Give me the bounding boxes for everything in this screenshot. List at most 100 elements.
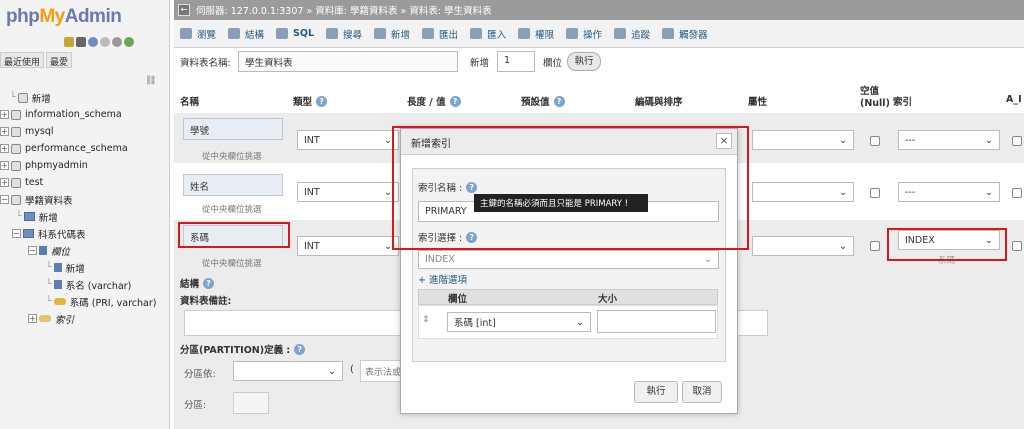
- help-icon[interactable]: ?: [316, 95, 328, 107]
- tree-item-col-name[interactable]: └ 系名 (varchar): [0, 276, 170, 293]
- chevron-down-icon: ⌄: [384, 186, 392, 198]
- column-name-input[interactable]: 學號: [183, 118, 283, 140]
- central-columns-link[interactable]: 從中央欄位挑選: [202, 150, 262, 162]
- tab-search[interactable]: 搜尋: [326, 27, 362, 41]
- tree-item-new-table[interactable]: └ 新增: [0, 208, 170, 225]
- expand-icon[interactable]: +: [0, 144, 9, 153]
- partition-by-label: 分區依:: [184, 369, 216, 380]
- chevron-down-icon: ⌄: [384, 240, 392, 252]
- central-columns-link[interactable]: 從中央欄位挑選: [202, 257, 262, 269]
- chevron-down-icon: ⌄: [985, 186, 993, 198]
- attributes-select[interactable]: ⌄: [752, 130, 854, 150]
- attributes-select[interactable]: ⌄: [752, 236, 854, 256]
- type-select[interactable]: INT ⌄: [297, 130, 399, 150]
- expand-icon[interactable]: +: [0, 127, 9, 136]
- index-select[interactable]: --- ⌄: [898, 182, 1000, 202]
- null-checkbox[interactable]: [870, 136, 880, 146]
- column-icon: [53, 280, 62, 289]
- drag-handle-icon[interactable]: ⇕: [422, 315, 430, 325]
- dialog-cancel-button[interactable]: 取消: [682, 381, 722, 403]
- add-columns-run-button[interactable]: 執行: [567, 52, 601, 71]
- help-icon[interactable]: ?: [553, 95, 565, 107]
- null-checkbox[interactable]: [870, 241, 880, 251]
- docs-icon[interactable]: [100, 37, 110, 47]
- help-icon[interactable]: ?: [203, 277, 215, 289]
- database-icon: [11, 177, 21, 188]
- tab-import[interactable]: 匯入: [470, 27, 506, 41]
- tab-structure[interactable]: 結構: [228, 27, 264, 41]
- tab-sql[interactable]: SQL: [276, 28, 314, 39]
- settings-icon[interactable]: [112, 37, 122, 47]
- help-icon[interactable]: ?: [294, 343, 306, 355]
- expand-icon[interactable]: +: [0, 178, 9, 187]
- tab-triggers[interactable]: 觸發器: [662, 27, 708, 41]
- tree-item-col-code[interactable]: └ 系碼 (PRI, varchar): [0, 293, 170, 310]
- search-icon: [326, 28, 339, 39]
- table-name-input[interactable]: 學生資料表: [238, 51, 458, 72]
- tab-browse[interactable]: 瀏覽: [180, 27, 216, 41]
- collapse-icon[interactable]: −: [0, 195, 9, 204]
- partition-label: 分區(PARTITION)定義 :?: [180, 342, 306, 356]
- index-choice-select[interactable]: INDEX ⌄: [418, 250, 719, 269]
- expand-icon[interactable]: +: [28, 314, 37, 323]
- database-icon: [11, 126, 21, 137]
- add-label: 新增: [470, 58, 490, 69]
- header-name: 名稱: [180, 97, 200, 108]
- tree-item-phpmyadmin[interactable]: + phpmyadmin: [0, 157, 170, 174]
- null-checkbox[interactable]: [870, 188, 880, 198]
- add-columns-input[interactable]: 1: [497, 51, 535, 72]
- tab-privileges[interactable]: 權限: [518, 27, 554, 41]
- ai-checkbox[interactable]: [1012, 241, 1022, 251]
- tab-operations[interactable]: 操作: [566, 27, 602, 41]
- tree-item-test[interactable]: + test: [0, 174, 170, 191]
- tree-item-columns-folder[interactable]: − 欄位: [0, 242, 170, 259]
- breadcrumb-text[interactable]: 伺服器: 127.0.0.1:3307 » 資料庫: 學籍資料表 » 資料表: …: [196, 3, 492, 17]
- header-null: 空值 (Null): [860, 86, 890, 109]
- tree-item-mysql[interactable]: + mysql: [0, 123, 170, 140]
- collapse-panel-icon[interactable]: ←: [178, 4, 190, 16]
- partitions-input[interactable]: [233, 392, 269, 414]
- tab-export[interactable]: 匯出: [422, 27, 458, 41]
- tree-item-indexes-folder[interactable]: + 索引: [0, 310, 170, 327]
- column-name-input[interactable]: 姓名: [183, 174, 283, 196]
- ai-checkbox[interactable]: [1012, 136, 1022, 146]
- tree-item-new-db[interactable]: └ 新增: [0, 89, 170, 106]
- tree-item-dept-table[interactable]: − 科系代碼表: [0, 225, 170, 242]
- index-size-input[interactable]: [597, 310, 716, 333]
- tab-favorites[interactable]: 最愛: [46, 52, 73, 68]
- logout-icon[interactable]: [76, 37, 86, 47]
- col-header: 欄位: [448, 294, 468, 305]
- home-icon[interactable]: [64, 37, 74, 47]
- collapse-icon[interactable]: −: [28, 246, 37, 255]
- ai-checkbox[interactable]: [1012, 188, 1022, 198]
- tree-item-performance-schema[interactable]: + performance_schema: [0, 140, 170, 157]
- tree-item-new-column[interactable]: └ 新增: [0, 259, 170, 276]
- help-icon[interactable]: ?: [449, 95, 461, 107]
- tab-insert[interactable]: 新增: [374, 27, 410, 41]
- phpmyadmin-logo[interactable]: phpMyAdmin: [6, 6, 122, 28]
- link-icon[interactable]: ⛓: [145, 76, 156, 86]
- attributes-select[interactable]: ⌄: [752, 182, 854, 202]
- partition-by-select[interactable]: ⌄: [233, 361, 343, 381]
- help-icon[interactable]: [88, 37, 98, 47]
- type-select[interactable]: INT ⌄: [297, 236, 399, 256]
- primary-key-icon: [53, 298, 66, 305]
- collapse-icon[interactable]: −: [12, 229, 21, 238]
- tab-recent[interactable]: 最近使用: [0, 52, 45, 68]
- reload-icon[interactable]: [124, 37, 134, 47]
- index-column-select[interactable]: 系碼 [int] ⌄: [447, 312, 591, 332]
- tree-item-information-schema[interactable]: + information_schema: [0, 106, 170, 123]
- new-table-icon: [23, 212, 35, 221]
- tree-item-student-db[interactable]: − 學籍資料表: [0, 191, 170, 208]
- table-name-label: 資料表名稱:: [180, 58, 231, 69]
- type-select[interactable]: INT ⌄: [297, 182, 399, 202]
- dialog-run-button[interactable]: 執行: [634, 381, 678, 403]
- tab-tracking[interactable]: 追蹤: [614, 27, 650, 41]
- expand-icon[interactable]: +: [0, 161, 9, 170]
- expand-icon[interactable]: +: [0, 110, 9, 119]
- browse-icon: [180, 28, 192, 39]
- index-select[interactable]: --- ⌄: [898, 130, 1000, 150]
- chevron-down-icon: ⌄: [576, 316, 584, 328]
- advanced-options-link[interactable]: + 進階選項: [418, 272, 467, 286]
- central-columns-link[interactable]: 從中央欄位挑選: [202, 203, 262, 215]
